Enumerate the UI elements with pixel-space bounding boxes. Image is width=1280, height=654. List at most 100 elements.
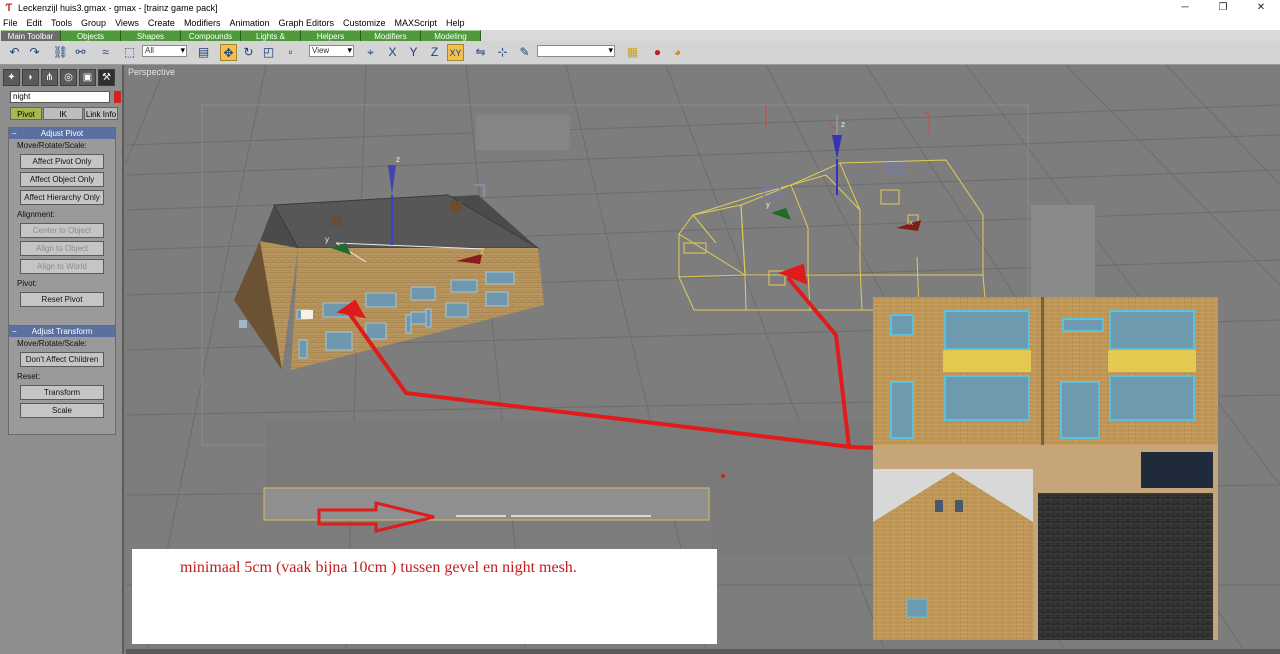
alignment-label: Alignment: bbox=[17, 210, 55, 219]
command-panel-tabs: ✦ ◗ ⋔ ◎ ▣ ⚒ bbox=[3, 69, 117, 86]
tab-lights-cameras[interactable]: Lights & Cameras bbox=[241, 30, 301, 52]
create-panel-icon[interactable]: ✦ bbox=[3, 69, 20, 86]
minimize-button[interactable]: ─ bbox=[1166, 0, 1204, 15]
motion-panel-icon[interactable]: ◎ bbox=[60, 69, 77, 86]
selection-filter-dropdown[interactable]: All bbox=[142, 45, 187, 57]
menu-group[interactable]: Group bbox=[80, 18, 107, 28]
material-editor-icon[interactable]: ✎ bbox=[516, 44, 533, 61]
affect-object-only-button[interactable]: Affect Object Only bbox=[20, 172, 104, 187]
link-info-tab[interactable]: Link Info bbox=[84, 107, 118, 120]
select-and-scale-icon[interactable]: ◰ bbox=[260, 44, 277, 61]
quick-render-icon[interactable]: ◕ bbox=[669, 44, 686, 61]
menu-edit[interactable]: Edit bbox=[26, 18, 44, 28]
ik-tab[interactable]: IK bbox=[43, 107, 83, 120]
align-icon[interactable]: ⊹ bbox=[494, 44, 511, 61]
axis-z-label: z bbox=[396, 155, 400, 164]
tab-modifiers[interactable]: Modifiers bbox=[361, 30, 421, 41]
restrict-to-y-button[interactable]: Y bbox=[405, 44, 422, 61]
collapse-icon: − bbox=[12, 129, 17, 138]
window-title: Leckenzijl huis3.gmax - gmax - [trainz g… bbox=[18, 2, 218, 13]
redo-icon[interactable]: ↷ bbox=[26, 44, 43, 61]
select-and-move-icon[interactable]: ✥ bbox=[220, 44, 237, 61]
affect-pivot-only-button[interactable]: Affect Pivot Only bbox=[20, 154, 104, 169]
dont-affect-children-button[interactable]: Don't Affect Children bbox=[20, 352, 104, 367]
close-button[interactable]: ✕ bbox=[1242, 0, 1280, 15]
grey-slab-2 bbox=[711, 475, 874, 555]
tab-objects[interactable]: Objects bbox=[61, 30, 121, 41]
reset-pivot-button[interactable]: Reset Pivot bbox=[20, 292, 104, 307]
menu-file[interactable]: File bbox=[2, 18, 19, 28]
display-panel-icon[interactable]: ▣ bbox=[79, 69, 96, 86]
house-model bbox=[234, 194, 544, 370]
annotation-text: minimaal 5cm (vaak bijna 10cm ) tussen g… bbox=[180, 559, 577, 576]
command-panel: ✦ ◗ ⋔ ◎ ▣ ⚒ night Pivot IK Link Info − Ad… bbox=[0, 65, 124, 654]
menu-help[interactable]: Help bbox=[445, 18, 466, 28]
axis-z-label: z bbox=[841, 120, 845, 129]
named-selection-dropdown[interactable] bbox=[537, 45, 615, 57]
menu-customize[interactable]: Customize bbox=[342, 18, 387, 28]
tab-modeling[interactable]: Modeling bbox=[421, 30, 481, 41]
move-rotate-scale-label: Move/Rotate/Scale: bbox=[17, 141, 87, 150]
modify-panel-icon[interactable]: ◗ bbox=[22, 69, 39, 86]
axis-x-label: x bbox=[480, 248, 484, 257]
select-by-name-icon[interactable]: ▤ bbox=[195, 44, 212, 61]
hierarchy-subtabs: Pivot IK Link Info bbox=[10, 107, 119, 120]
unlink-selection-icon[interactable]: ⚯ bbox=[72, 44, 89, 61]
window-controls: ─ ❐ ✕ bbox=[1166, 0, 1280, 15]
menu-modifiers[interactable]: Modifiers bbox=[183, 18, 222, 28]
pivot-tab[interactable]: Pivot bbox=[10, 107, 42, 120]
restore-button[interactable]: ❐ bbox=[1204, 0, 1242, 15]
menu-maxscript[interactable]: MAXScript bbox=[394, 18, 439, 28]
grey-plane bbox=[476, 115, 570, 150]
menu-create[interactable]: Create bbox=[147, 18, 176, 28]
bind-to-space-warp-icon[interactable]: ≈ bbox=[97, 44, 114, 61]
affect-hierarchy-only-button[interactable]: Affect Hierarchy Only bbox=[20, 190, 104, 205]
align-to-world-button[interactable]: Align to World bbox=[20, 259, 104, 274]
collapse-icon: − bbox=[12, 327, 17, 336]
use-pivot-center-icon[interactable]: ⌖ bbox=[362, 44, 379, 61]
tab-main-toolbar[interactable]: Main Toolbar bbox=[1, 30, 61, 41]
reference-coordinate-dropdown[interactable]: View bbox=[309, 45, 354, 57]
adjust-transform-header[interactable]: − Adjust Transform bbox=[9, 326, 115, 337]
restrict-to-xy-button[interactable]: XY bbox=[447, 44, 464, 61]
tab-helpers[interactable]: Helpers bbox=[301, 30, 361, 41]
scale-mode-icon[interactable]: ▫ bbox=[282, 44, 299, 61]
gmax-logo-icon: Ƭ bbox=[5, 1, 13, 14]
object-color-swatch[interactable] bbox=[114, 91, 121, 103]
adjust-pivot-header[interactable]: − Adjust Pivot bbox=[9, 128, 115, 139]
axis-y-label: y bbox=[325, 235, 329, 244]
viewport-label[interactable]: Perspective bbox=[128, 67, 175, 77]
adjust-transform-rollout: − Adjust Transform Move/Rotate/Scale: Don… bbox=[8, 325, 116, 435]
selected-plane bbox=[263, 487, 710, 521]
select-and-rotate-icon[interactable]: ↻ bbox=[240, 44, 257, 61]
select-object-icon[interactable]: ⬚ bbox=[121, 44, 138, 61]
undo-icon[interactable]: ↶ bbox=[6, 44, 23, 61]
texture-atlas bbox=[873, 297, 1218, 640]
render-scene-icon[interactable]: ● bbox=[649, 44, 666, 61]
transform-button[interactable]: Transform bbox=[20, 385, 104, 400]
restrict-to-x-button[interactable]: X bbox=[384, 44, 401, 61]
restrict-to-z-button[interactable]: Z bbox=[426, 44, 443, 61]
utilities-panel-icon[interactable]: ⚒ bbox=[98, 69, 115, 86]
title-bar: Ƭ Leckenzijl huis3.gmax - gmax - [trainz… bbox=[0, 0, 1280, 15]
night-mesh-wireframe bbox=[678, 159, 987, 311]
move-rotate-scale-label: Move/Rotate/Scale: bbox=[17, 339, 87, 348]
scale-button[interactable]: Scale bbox=[20, 403, 104, 418]
hierarchy-panel-icon[interactable]: ⋔ bbox=[41, 69, 58, 86]
align-to-object-button[interactable]: Align to Object bbox=[20, 241, 104, 256]
axis-x-label: x bbox=[909, 218, 913, 227]
axis-y-label: y bbox=[766, 200, 770, 209]
track-view-icon[interactable]: ▦ bbox=[624, 44, 641, 61]
menu-graph-editors[interactable]: Graph Editors bbox=[277, 18, 335, 28]
menu-tools[interactable]: Tools bbox=[50, 18, 73, 28]
mirror-icon[interactable]: ⇋ bbox=[472, 44, 489, 61]
center-to-object-button[interactable]: Center to Object bbox=[20, 223, 104, 238]
pivot-label: Pivot: bbox=[17, 279, 38, 288]
tab-shapes[interactable]: Shapes bbox=[121, 30, 181, 41]
menu-views[interactable]: Views bbox=[114, 18, 140, 28]
select-and-link-icon[interactable]: ⛓ bbox=[52, 44, 69, 61]
tab-compounds[interactable]: Compounds bbox=[181, 30, 241, 41]
reset-label: Reset: bbox=[17, 372, 41, 381]
menu-animation[interactable]: Animation bbox=[228, 18, 270, 28]
object-name-field[interactable]: night bbox=[10, 91, 110, 103]
